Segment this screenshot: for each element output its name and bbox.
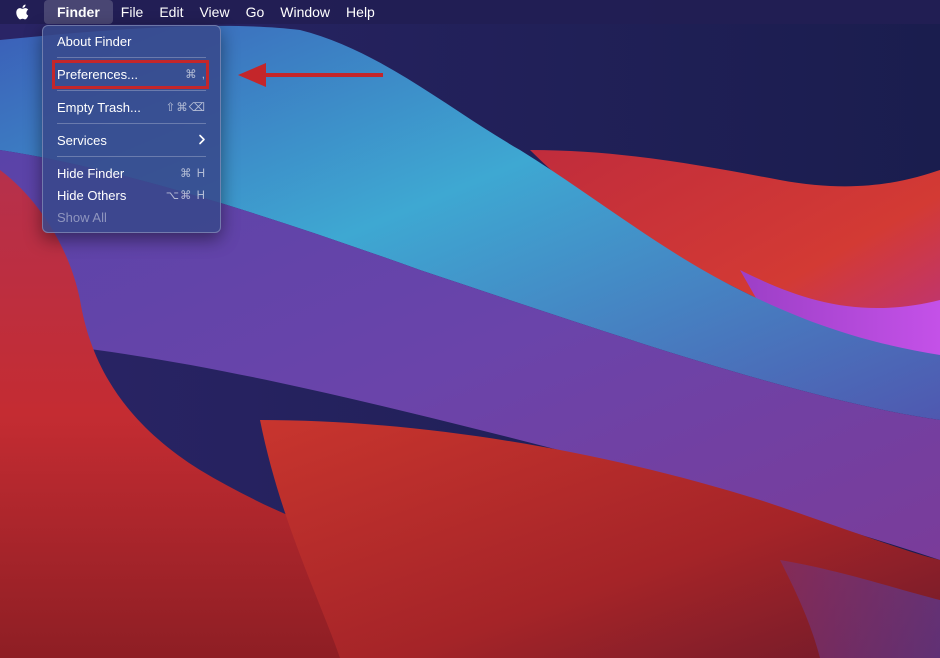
menu-item-show-all: Show All xyxy=(57,208,206,228)
menu-item-about-finder[interactable]: About Finder xyxy=(57,32,206,52)
apple-logo-icon[interactable] xyxy=(0,0,44,24)
shortcut-label: ⇧⌘⌫ xyxy=(165,102,206,114)
highlight-box xyxy=(52,60,209,89)
shortcut-label: ⌥⌘ H xyxy=(165,190,206,202)
menu-separator xyxy=(57,156,206,157)
menu-item-hide-others[interactable]: Hide Others ⌥⌘ H xyxy=(57,186,206,206)
menu-item-hide-finder[interactable]: Hide Finder ⌘ H xyxy=(57,164,206,184)
menu-separator xyxy=(57,57,206,58)
menu-view[interactable]: View xyxy=(191,0,237,24)
menu-separator xyxy=(57,123,206,124)
menu-bar: Finder File Edit View Go Window Help xyxy=(0,0,940,24)
menu-separator xyxy=(57,90,206,91)
menu-help[interactable]: Help xyxy=(338,0,383,24)
menu-item-empty-trash[interactable]: Empty Trash... ⇧⌘⌫ xyxy=(57,98,206,118)
menu-item-label: Show All xyxy=(57,210,107,225)
chevron-right-icon xyxy=(198,131,206,151)
menu-go[interactable]: Go xyxy=(238,0,273,24)
menu-edit[interactable]: Edit xyxy=(151,0,191,24)
arrow-left-icon xyxy=(238,63,383,87)
menu-item-services[interactable]: Services xyxy=(57,131,206,151)
menu-item-label: Services xyxy=(57,133,107,148)
menu-item-label: Hide Finder xyxy=(57,166,125,181)
menu-finder[interactable]: Finder xyxy=(44,0,113,24)
menu-item-label: About Finder xyxy=(57,34,132,49)
menu-item-label: Hide Others xyxy=(57,188,127,203)
finder-dropdown-menu: About Finder Preferences... ⌘ , Empty Tr… xyxy=(42,25,221,233)
menu-window[interactable]: Window xyxy=(272,0,338,24)
menu-item-label: Empty Trash... xyxy=(57,100,141,115)
menu-file[interactable]: File xyxy=(113,0,152,24)
desktop: Finder File Edit View Go Window Help Abo… xyxy=(0,0,940,658)
shortcut-label: ⌘ H xyxy=(180,168,206,180)
